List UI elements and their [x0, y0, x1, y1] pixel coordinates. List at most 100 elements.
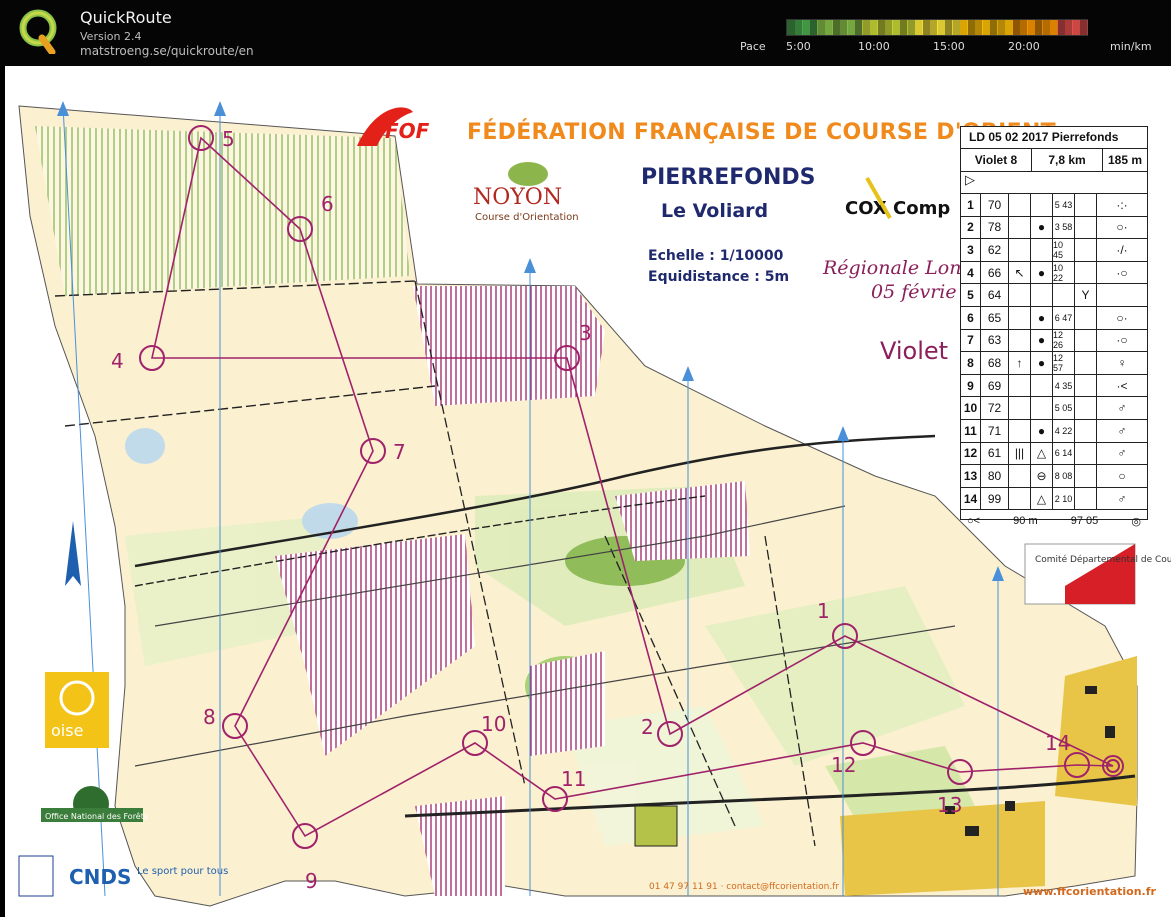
- card-cell-a: |||: [1009, 442, 1031, 465]
- svg-text:CNDS: CNDS: [69, 865, 131, 889]
- card-cell-d: [1075, 374, 1097, 397]
- card-cell-n: 3: [961, 239, 981, 261]
- website-text: www.ffcorientation.fr: [1023, 885, 1156, 898]
- pace-tick-20: 20:00: [1008, 40, 1040, 53]
- card-cell-e: ·:·: [1116, 197, 1128, 212]
- committee-logo: Comité Départemental de Course d'Orienta…: [1024, 543, 1171, 605]
- card-cell-e: ·/·: [1116, 242, 1128, 257]
- card-cell-n: 10: [961, 397, 981, 419]
- map-canvas[interactable]: 1 2 3 4 5 6 7 8 9 10 11 12 13 14 FÉDÉRAT…: [5, 66, 1171, 917]
- card-row: 5 64 Y: [961, 284, 1147, 307]
- card-cell-c: 5 43: [1053, 194, 1075, 216]
- quickroute-window: QuickRoute Version 2.4 matstroeng.se/qui…: [0, 0, 1171, 917]
- card-cell-a: ↑: [1009, 352, 1031, 374]
- card-cell-c: 2 10: [1053, 487, 1075, 510]
- card-cell-n: 6: [961, 306, 981, 329]
- card-row: 4 66 ↖ ● 10 22 ·○: [961, 261, 1147, 285]
- card-course-info: Violet 8 7,8 km 185 m: [961, 149, 1147, 172]
- card-cell-d: [1075, 306, 1097, 329]
- card-cell-n: 9: [961, 374, 981, 397]
- card-cell-b: [1031, 284, 1053, 306]
- card-cell-n: 1: [961, 194, 981, 216]
- card-cell-n: 8: [961, 352, 981, 374]
- card-cell-e: ♂: [1117, 491, 1127, 506]
- card-cell-c: 4 22: [1053, 419, 1075, 442]
- svg-text:Comité Départemental de Course: Comité Départemental de Course d'Orienta…: [1035, 554, 1171, 565]
- card-row: 14 99 △ 2 10 ♂: [961, 487, 1147, 511]
- svg-text:9: 9: [305, 869, 318, 893]
- card-row: 8 68 ↑ ● 12 57 ♀: [961, 352, 1147, 375]
- card-cell-a: [1009, 419, 1031, 442]
- card-row: 9 69 4 35 ·<: [961, 374, 1147, 398]
- svg-text:Le sport pour tous: Le sport pour tous: [137, 866, 228, 877]
- card-cell-a: [1009, 216, 1031, 239]
- card-cell-b: ●: [1031, 419, 1053, 442]
- finish-icon: ◎: [1131, 515, 1141, 528]
- card-cell-e: ♂: [1117, 401, 1127, 416]
- card-cell-e: ♂: [1117, 423, 1127, 438]
- pace-color-cell: [1079, 20, 1088, 35]
- app-url[interactable]: matstroeng.se/quickroute/en: [80, 44, 254, 58]
- card-cell-d: [1075, 261, 1097, 284]
- card-row: 2 78 ● 3 58 ○·: [961, 216, 1147, 240]
- card-cell-a: [1009, 465, 1031, 487]
- card-cell-code: 62: [981, 239, 1009, 261]
- svg-text:11: 11: [561, 767, 586, 791]
- card-row: 12 61 ||| △ 6 14 ♂: [961, 442, 1147, 466]
- finish-distance: 90 m: [1013, 515, 1038, 528]
- card-cell-c: 3 58: [1053, 216, 1075, 239]
- card-cell-code: 66: [981, 261, 1009, 284]
- card-row: 6 65 ● 6 47 ○·: [961, 306, 1147, 330]
- card-cell-b: [1031, 239, 1053, 261]
- svg-text:7: 7: [393, 440, 406, 464]
- card-cell-d: Y: [1075, 284, 1097, 306]
- svg-text:COX Comp: COX Comp: [845, 198, 950, 219]
- svg-text:10: 10: [481, 712, 506, 736]
- card-cell-d: [1075, 419, 1097, 442]
- card-cell-d: [1075, 352, 1097, 374]
- svg-text:Office National des Forêts: Office National des Forêts: [45, 811, 148, 821]
- event-title-line2: 05 févrie: [871, 281, 957, 303]
- quickroute-logo-icon: [19, 9, 57, 54]
- place-title: Le Voliard: [661, 200, 768, 222]
- card-cell-d: [1075, 194, 1097, 216]
- svg-text:8: 8: [203, 705, 216, 729]
- course-name: Violet: [880, 337, 948, 365]
- card-cell-code: 72: [981, 397, 1009, 419]
- card-cell-a: [1009, 239, 1031, 261]
- card-cell-n: 12: [961, 442, 981, 465]
- card-cell-code: 63: [981, 329, 1009, 352]
- svg-text:3: 3: [579, 321, 592, 345]
- card-cell-c: [1053, 284, 1075, 306]
- card-cell-d: [1075, 216, 1097, 239]
- card-cell-d: [1075, 329, 1097, 352]
- scale-text: Echelle : 1/10000: [648, 248, 784, 264]
- card-cell-code: 68: [981, 352, 1009, 374]
- card-cell-c: 6 47: [1053, 306, 1075, 329]
- equidistance-text: Equidistance : 5m: [648, 269, 789, 285]
- card-cell-e: ·○: [1116, 333, 1128, 348]
- svg-text:13: 13: [937, 793, 962, 817]
- card-cell-c: 12 26: [1053, 329, 1075, 352]
- card-cell-code: 71: [981, 419, 1009, 442]
- svg-text:4: 4: [111, 349, 124, 373]
- card-cell-a: [1009, 397, 1031, 419]
- card-cell-e: ♀: [1117, 355, 1127, 370]
- card-cell-code: 64: [981, 284, 1009, 306]
- card-cell-n: 5: [961, 284, 981, 306]
- card-cell-c: 4 35: [1053, 374, 1075, 397]
- card-cell-code: 99: [981, 487, 1009, 510]
- app-header: QuickRoute Version 2.4 matstroeng.se/qui…: [0, 0, 1171, 66]
- card-row: 13 80 ⊖ 8 08 ○: [961, 465, 1147, 488]
- card-cell-d: [1075, 487, 1097, 510]
- pace-tick-5: 5:00: [786, 40, 811, 53]
- card-cell-b: [1031, 194, 1053, 216]
- event-title-line1: Régionale Long: [822, 257, 974, 279]
- card-cell-c: 10 22: [1053, 261, 1075, 284]
- card-climb: 185 m: [1107, 153, 1143, 167]
- card-cell-n: 11: [961, 419, 981, 442]
- card-cell-e: ○·: [1116, 310, 1128, 325]
- svg-text:Course d'Orientation: Course d'Orientation: [475, 212, 579, 223]
- card-cell-code: 80: [981, 465, 1009, 487]
- svg-text:1: 1: [817, 599, 830, 623]
